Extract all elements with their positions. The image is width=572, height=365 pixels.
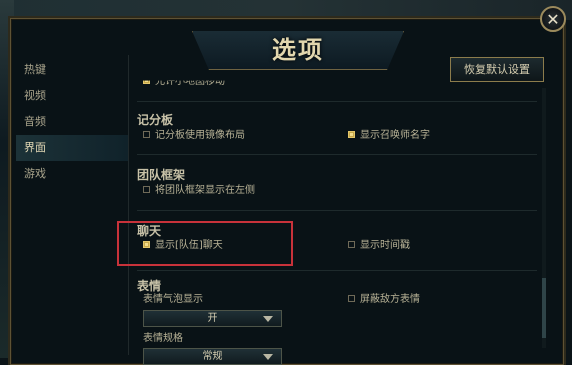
game-backdrop-top (0, 0, 572, 20)
show-timestamps-option[interactable]: 显示时间戳 (348, 239, 410, 253)
close-button[interactable]: ✕ (540, 6, 566, 32)
section-title-scoreboard: 记分板 (137, 113, 174, 127)
section-divider (137, 210, 537, 211)
hide-enemy-emotes-option[interactable]: 屏蔽敌方表情 (348, 293, 420, 307)
sidebar-item-label: 音频 (24, 115, 46, 128)
dropdown-value: 常规 (202, 351, 223, 362)
options-sidebar: 热键 视频 音频 界面 游戏 (16, 55, 129, 355)
window-title: 选项 (272, 35, 324, 64)
sidebar-item-interface[interactable]: 界面 (16, 135, 128, 161)
option-label: 记分板使用镜像布局 (155, 130, 245, 141)
chat-highlight-box (117, 221, 293, 266)
checkbox[interactable] (348, 294, 355, 302)
title-banner: 选项 (192, 31, 404, 70)
section-divider (137, 101, 537, 102)
reset-defaults-button[interactable]: 恢复默认设置 (450, 57, 544, 82)
option-label: 显示时间戳 (360, 240, 410, 251)
checkbox[interactable] (348, 240, 355, 248)
scrollbar-thumb[interactable] (542, 278, 546, 338)
checkbox[interactable] (143, 130, 150, 138)
section-divider (137, 270, 537, 271)
emote-bubble-dropdown[interactable]: 开 (143, 310, 282, 327)
sidebar-item-label: 热键 (24, 63, 46, 76)
close-icon: ✕ (546, 10, 560, 29)
sidebar-item-label: 视频 (24, 89, 46, 102)
emote-size-dropdown[interactable]: 常规 (143, 348, 282, 365)
emote-size-label: 表情规格 (143, 333, 183, 344)
option-label: 屏蔽敌方表情 (360, 294, 420, 305)
sidebar-item-label: 界面 (24, 141, 46, 154)
section-title-team-frames: 团队框架 (137, 168, 186, 182)
sidebar-item-audio[interactable]: 音频 (16, 109, 128, 135)
content-scrollbar[interactable] (542, 88, 546, 348)
chevron-down-icon (263, 354, 273, 360)
option-label: 将团队框架显示在左侧 (155, 185, 255, 196)
checkbox-checked[interactable] (348, 130, 355, 138)
option-label: 显示召唤师名字 (360, 130, 430, 141)
team-frames-left-option[interactable]: 将团队框架显示在左侧 (143, 184, 255, 198)
section-divider (137, 154, 537, 155)
sidebar-item-game[interactable]: 游戏 (16, 161, 128, 187)
show-summoner-names-option[interactable]: 显示召唤师名字 (348, 129, 430, 143)
chevron-down-icon (263, 316, 273, 322)
sidebar-item-label: 游戏 (24, 167, 46, 180)
sidebar-item-hotkeys[interactable]: 热键 (16, 57, 128, 83)
scoreboard-mirror-option[interactable]: 记分板使用镜像布局 (143, 129, 245, 143)
sidebar-item-video[interactable]: 视频 (16, 83, 128, 109)
checkbox[interactable] (143, 185, 150, 193)
dropdown-value: 开 (207, 313, 218, 324)
section-title-emotes: 表情 (137, 279, 162, 293)
emote-bubble-label: 表情气泡显示 (143, 294, 203, 305)
